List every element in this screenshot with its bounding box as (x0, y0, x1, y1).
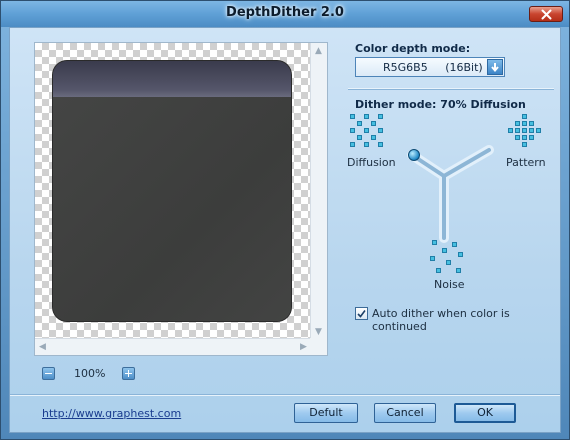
zoom-level: 100% (74, 367, 106, 380)
dialog-window: DepthDither 2.0 ▲ ▼ ◀ ▶ 100% Color depth… (0, 0, 570, 440)
ok-button[interactable]: OK (454, 403, 516, 423)
footer-divider (10, 394, 560, 395)
scroll-corner (310, 338, 327, 355)
default-button[interactable]: Defult (294, 403, 358, 423)
scroll-up-arrow-icon[interactable]: ▲ (311, 43, 326, 58)
scroll-down-arrow-icon[interactable]: ▼ (311, 324, 326, 339)
diffusion-pattern-icon[interactable] (350, 114, 386, 150)
color-depth-label: Color depth mode: (355, 42, 471, 55)
auto-dither-checkbox[interactable] (355, 307, 368, 320)
preview-image (53, 61, 291, 321)
vertical-scrollbar[interactable]: ▲ ▼ (310, 43, 327, 339)
diffusion-label: Diffusion (347, 156, 396, 169)
pattern-label: Pattern (506, 156, 546, 169)
scroll-right-arrow-icon[interactable]: ▶ (296, 339, 311, 354)
slider-knob[interactable] (408, 149, 420, 161)
dither-blend-slider[interactable] (394, 128, 504, 248)
title-bar[interactable]: DepthDither 2.0 (1, 1, 569, 27)
color-depth-value: R5G6B5 (16Bit) (383, 61, 483, 74)
color-depth-select[interactable]: R5G6B5 (16Bit) (355, 57, 505, 77)
dither-mode-label: Dither mode: 70% Diffusion (355, 98, 526, 111)
preview-image-body (53, 97, 291, 321)
checkmark-icon (357, 310, 366, 318)
preview-image-header (53, 61, 291, 97)
cancel-button[interactable]: Cancel (374, 403, 436, 423)
transparency-grid (35, 43, 311, 339)
preview-panel: ▲ ▼ ◀ ▶ (34, 42, 328, 356)
dropdown-arrow-icon[interactable] (487, 59, 503, 75)
horizontal-scrollbar[interactable]: ◀ ▶ (35, 338, 311, 355)
zoom-out-button[interactable] (42, 367, 55, 380)
close-icon (541, 9, 552, 20)
noise-label: Noise (434, 278, 465, 291)
section-divider (348, 88, 554, 89)
window-title: DepthDither 2.0 (226, 5, 344, 20)
ordered-pattern-icon[interactable] (508, 114, 544, 150)
client-area: ▲ ▼ ◀ ▶ 100% Color depth mode: R5G6B5 (1… (9, 27, 561, 433)
scroll-left-arrow-icon[interactable]: ◀ (35, 339, 50, 354)
close-button[interactable] (529, 6, 563, 22)
auto-dither-label: Auto dither when color is continued (372, 307, 510, 333)
website-link[interactable]: http://www.graphest.com (42, 407, 181, 420)
zoom-in-button[interactable] (122, 367, 135, 380)
noise-pattern-icon[interactable] (430, 240, 466, 276)
